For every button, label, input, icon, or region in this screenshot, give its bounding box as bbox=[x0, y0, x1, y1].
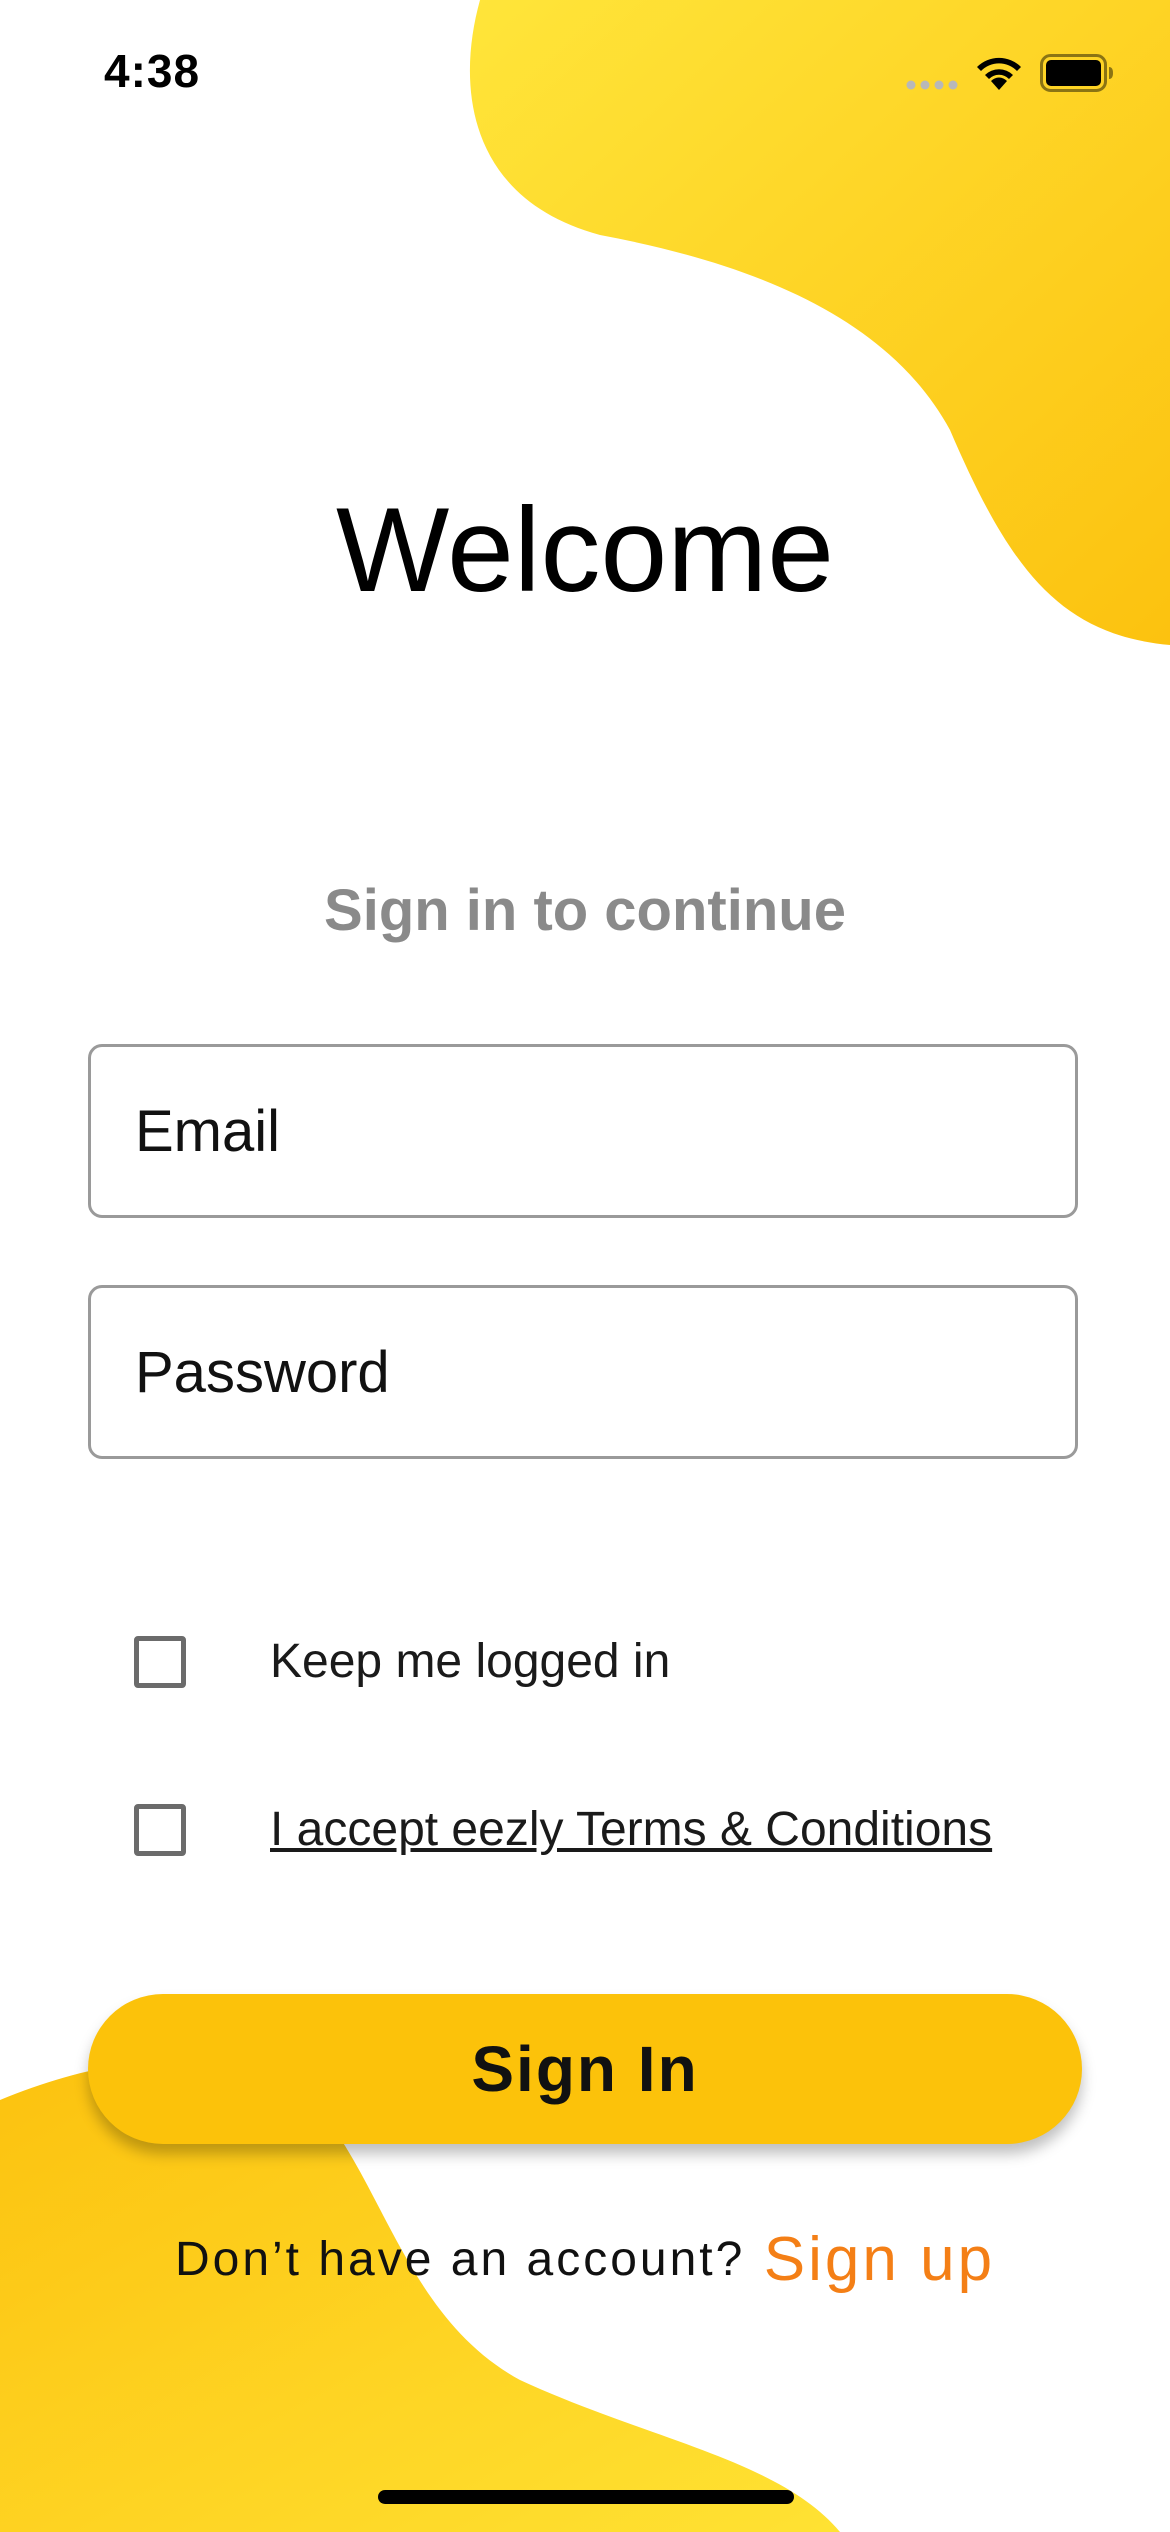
sign-up-link[interactable]: Sign up bbox=[764, 2225, 995, 2294]
keep-logged-in-label[interactable]: Keep me logged in bbox=[270, 1632, 670, 1692]
email-input[interactable] bbox=[135, 1047, 1035, 1215]
status-bar: 4:38 bbox=[0, 0, 1170, 150]
terms-link[interactable]: I accept eezly Terms & Conditions bbox=[270, 1800, 992, 1860]
sign-in-button[interactable]: Sign In bbox=[88, 1994, 1082, 2144]
email-field-container bbox=[88, 1044, 1078, 1218]
battery-icon bbox=[1040, 54, 1113, 92]
terms-checkbox[interactable] bbox=[134, 1804, 186, 1856]
home-indicator[interactable] bbox=[378, 2490, 794, 2504]
sign-up-row: Don’t have an account? Sign up bbox=[0, 2224, 1170, 2295]
page-subtitle: Sign in to continue bbox=[324, 878, 846, 943]
password-input[interactable] bbox=[135, 1288, 1035, 1456]
keep-logged-in-row[interactable]: Keep me logged in bbox=[134, 1632, 1034, 1692]
sign-up-prompt: Don’t have an account? bbox=[174, 2233, 746, 2286]
password-field-container bbox=[88, 1285, 1078, 1459]
signal-dots-icon bbox=[906, 80, 958, 90]
terms-row[interactable]: I accept eezly Terms & Conditions bbox=[134, 1800, 1034, 1860]
wifi-icon bbox=[977, 57, 1021, 90]
background-blobs bbox=[0, 0, 1170, 2532]
keep-logged-in-checkbox[interactable] bbox=[134, 1636, 186, 1688]
page-title: Welcome bbox=[336, 483, 834, 617]
status-time: 4:38 bbox=[104, 45, 201, 97]
